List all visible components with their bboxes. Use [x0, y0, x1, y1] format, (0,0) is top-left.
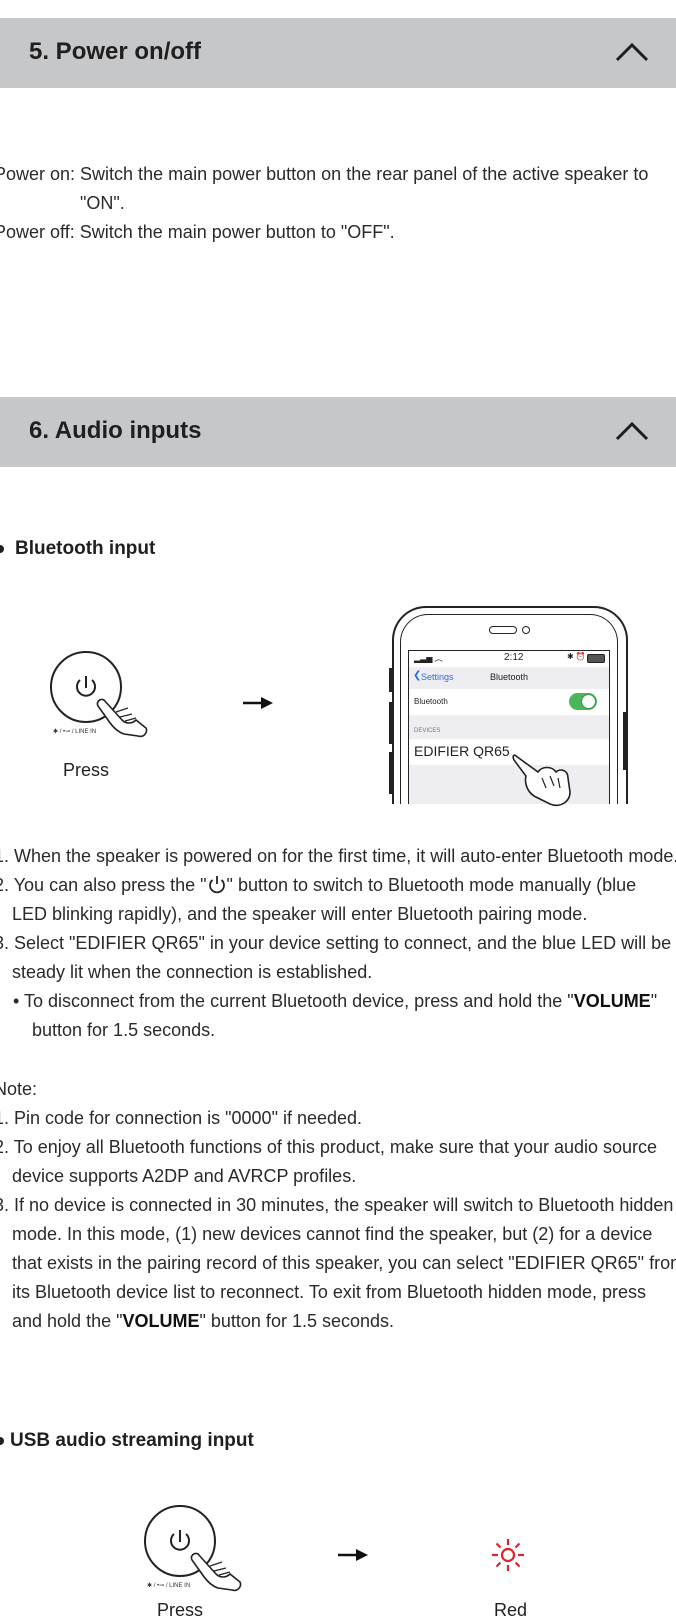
- arrow-right-icon: [338, 1549, 368, 1561]
- section-title: 5. Power on/off: [29, 38, 202, 65]
- power-off-text: Power off: Switch the main power button …: [0, 222, 395, 242]
- status-time: 2:12: [504, 652, 524, 663]
- disconnect-text-b: ": [650, 991, 658, 1011]
- step-3-cont: steady lit when the connection is establ…: [12, 962, 373, 982]
- note-3: 3. If no device is connected in 30 minut…: [0, 1195, 674, 1215]
- power-on-text: Power on: Switch the main power button o…: [0, 164, 649, 184]
- note-3-text-b: " button for 1.5 seconds.: [199, 1311, 395, 1331]
- phone-illustration: ▂▃▅ ︵ 2:12 ✱ ⏰ ❮ Settings Bluetooth Blue…: [392, 606, 628, 804]
- port-label: ✱ / •⊸ / LINE IN: [53, 729, 97, 735]
- bluetooth-heading: Bluetooth input: [15, 538, 156, 559]
- bullet-dot: [0, 1437, 4, 1445]
- screen-filler: [409, 765, 609, 804]
- chevron-up-icon[interactable]: [614, 417, 650, 445]
- led-light-icon: [492, 1539, 524, 1571]
- press-caption: Press: [63, 760, 110, 780]
- step-2-text-b: " button to switch to Bluetooth mode man…: [226, 875, 637, 895]
- bluetooth-alarm-icon: ✱ ⏰: [567, 652, 586, 661]
- hand-pointer-icon: [512, 754, 571, 807]
- arrow-right-icon: [243, 697, 273, 709]
- note-3-cont: its Bluetooth device list to reconnect. …: [12, 1282, 647, 1302]
- phone-side-button: [623, 712, 626, 770]
- power-icon: [208, 876, 225, 894]
- hand-pointer-icon: [96, 698, 148, 738]
- note-2: 2. To enjoy all Bluetooth functions of t…: [0, 1137, 658, 1157]
- camera-icon: [522, 626, 530, 634]
- bluetooth-toggle[interactable]: [569, 693, 597, 710]
- note-3-cont: mode. In this mode, (1) new devices cann…: [12, 1224, 653, 1244]
- hand-pointer-icon: [190, 1552, 242, 1592]
- section-title: 6. Audio inputs: [29, 417, 202, 444]
- usb-heading: USB audio streaming input: [10, 1430, 254, 1451]
- devices-header: DEVICES: [409, 715, 609, 739]
- chevron-up-icon[interactable]: [614, 38, 650, 66]
- note-2-cont: device supports A2DP and AVRCP profiles.: [12, 1166, 357, 1186]
- phone-speaker-slot: [489, 626, 517, 634]
- back-settings-link[interactable]: Settings: [421, 672, 454, 682]
- signal-wifi-icon: ▂▃▅ ︵: [414, 654, 443, 663]
- phone-side-button: [389, 752, 392, 794]
- step-3: 3. Select "EDIFIER QR65" in your device …: [0, 933, 672, 953]
- step-2: 2. You can also press the " " button to s…: [0, 871, 636, 900]
- note-3-cont: that exists in the pairing record of thi…: [12, 1253, 676, 1273]
- bluetooth-row-label: Bluetooth: [414, 697, 448, 706]
- volume-label: VOLUME: [573, 991, 651, 1011]
- device-name: EDIFIER QR65: [414, 743, 510, 759]
- device-row[interactable]: EDIFIER QR65: [409, 739, 609, 765]
- volume-label: VOLUME: [122, 1311, 200, 1331]
- screen-title: Bluetooth: [490, 672, 529, 682]
- step-2-text-a: 2. You can also press the ": [0, 875, 207, 895]
- battery-icon: [587, 654, 605, 663]
- section-header-audio-inputs[interactable]: 6. Audio inputs: [0, 397, 676, 467]
- devices-label: DEVICES: [414, 728, 441, 734]
- disconnect-bullet: • To disconnect from the current Bluetoo…: [13, 987, 657, 1016]
- note-1: 1. Pin code for connection is "0000" if …: [0, 1108, 363, 1128]
- step-1: 1. When the speaker is powered on for th…: [0, 846, 676, 866]
- disconnect-bullet-cont: button for 1.5 seconds.: [32, 1020, 216, 1040]
- power-on-text-cont: "ON".: [80, 193, 125, 213]
- port-label: ✱ / •⊸ / LINE IN: [147, 1583, 191, 1589]
- bluetooth-row: Bluetooth: [409, 689, 609, 715]
- section-header-power[interactable]: 5. Power on/off: [0, 18, 676, 88]
- phone-side-button: [389, 668, 392, 692]
- phone-screen: ▂▃▅ ︵ 2:12 ✱ ⏰ ❮ Settings Bluetooth Blue…: [408, 650, 610, 804]
- bullet-dot: [0, 545, 4, 553]
- note-3-text-a: and hold the ": [12, 1311, 123, 1331]
- step-2-cont: LED blinking rapidly), and the speaker w…: [12, 904, 588, 924]
- phone-side-button: [389, 702, 392, 744]
- power-button-press-illustration: [144, 1505, 242, 1592]
- note-3-cont: and hold the "VOLUME" button for 1.5 sec…: [12, 1307, 394, 1336]
- power-button-press-illustration: [50, 651, 148, 738]
- disconnect-text-a: • To disconnect from the current Bluetoo…: [13, 991, 574, 1011]
- note-label: Note:: [0, 1079, 38, 1099]
- nav-bar: ❮ Settings Bluetooth: [409, 667, 609, 689]
